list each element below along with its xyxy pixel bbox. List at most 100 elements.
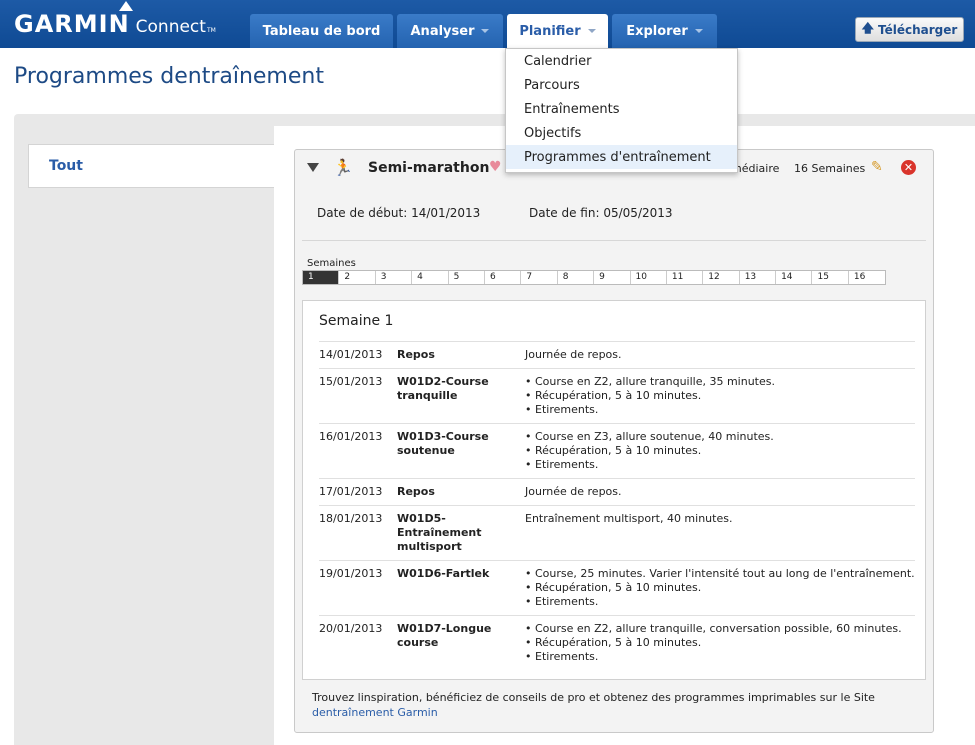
menu-item-label: Objectifs — [524, 125, 582, 141]
description-item: Etirements. — [525, 595, 915, 609]
workout-description: Journée de repos. — [525, 348, 915, 362]
nav-tab-label: Analyser — [410, 23, 475, 39]
arrow-up-icon: 🡅 — [861, 21, 875, 35]
workout-title[interactable]: W01D7-Longue course — [397, 622, 525, 664]
end-date-label: Date de fin: — [529, 206, 600, 220]
nav-tab-label: Explorer — [626, 23, 688, 39]
week-cell[interactable]: 2 — [339, 271, 376, 284]
plan-level: médiaire — [731, 162, 780, 175]
menu-item-goals[interactable]: Objectifs — [506, 121, 737, 145]
filter-tab-label: Tout — [49, 158, 83, 174]
nav-tab-analyze[interactable]: Analyser — [397, 14, 503, 48]
running-icon: 🏃 — [333, 158, 353, 177]
week-title: Semaine 1 — [319, 313, 394, 329]
week-cell[interactable]: 1 — [303, 271, 340, 284]
week-cell[interactable]: 4 — [412, 271, 449, 284]
menu-item-training-plans[interactable]: Programmes d'entraînement — [506, 145, 737, 169]
chevron-down-icon — [481, 29, 490, 33]
day-date: 18/01/2013 — [319, 512, 383, 525]
heart-icon: ♥ — [489, 159, 502, 175]
day-date: 17/01/2013 — [319, 485, 383, 498]
workout-title[interactable]: W01D3-Course soutenue — [397, 430, 525, 472]
week-cell[interactable]: 3 — [375, 271, 413, 284]
nav-tab-dashboard[interactable]: Tableau de bord — [250, 14, 393, 48]
nav-tab-plan[interactable]: Planifier — [507, 14, 608, 48]
delete-icon[interactable]: ✕ — [901, 160, 916, 175]
upload-label: Télécharger — [878, 22, 958, 37]
menu-item-workouts[interactable]: Entraînements — [506, 97, 737, 121]
description-item: Récupération, 5 à 10 minutes. — [525, 581, 915, 595]
workout-title[interactable]: W01D5-Entraînement multisport — [397, 512, 525, 554]
table-row: 17/01/2013 Repos Journée de repos. — [319, 478, 915, 505]
upload-button[interactable]: 🡅 Télécharger — [855, 17, 964, 42]
day-date: 20/01/2013 — [319, 622, 383, 635]
logo-brand: GARMIN — [14, 10, 130, 38]
end-date: Date de fin: 05/05/2013 — [529, 206, 673, 220]
table-row: 18/01/2013 W01D5-Entraînement multisport E… — [319, 505, 915, 560]
workout-description: Course en Z2, allure tranquille, convers… — [525, 622, 915, 664]
plan-weeks-count: 16 Semaines — [794, 162, 866, 175]
pencil-icon[interactable]: ✎ — [871, 159, 883, 175]
table-row: 16/01/2013 W01D3-Course soutenueCourse en… — [319, 423, 915, 478]
week-cell[interactable]: 13 — [739, 271, 777, 284]
filter-tab-all[interactable]: Tout — [28, 144, 274, 188]
menu-item-label: Programmes d'entraînement — [524, 149, 711, 165]
workout-title[interactable]: Repos — [397, 485, 525, 499]
chevron-down-icon — [587, 29, 596, 33]
description-item: Course en Z2, allure tranquille, convers… — [525, 622, 915, 636]
collapse-triangle-icon[interactable] — [307, 163, 319, 172]
workout-description: Entraînement multisport, 40 minutes. — [525, 512, 915, 554]
menu-item-calendar[interactable]: Calendrier — [506, 49, 737, 73]
description-item: Etirements. — [525, 403, 915, 417]
workout-title[interactable]: W01D6-Fartlek — [397, 567, 525, 609]
week-cell[interactable]: 14 — [776, 271, 813, 284]
footer-note: Trouvez linspiration, bénéficiez de cons… — [312, 690, 912, 720]
end-date-value: 05/05/2013 — [603, 206, 673, 220]
week-cell[interactable]: 7 — [521, 271, 558, 284]
week-cell[interactable]: 6 — [484, 271, 522, 284]
week-cell[interactable]: 5 — [448, 271, 485, 284]
workout-title[interactable]: Repos — [397, 348, 525, 362]
plan-name: Semi-marathon — [368, 160, 490, 176]
workout-description: Course, 25 minutes. Varier l'intensité t… — [525, 567, 915, 609]
week-cell[interactable]: 15 — [812, 271, 849, 284]
menu-item-label: Parcours — [524, 77, 580, 93]
footer-link[interactable]: dentraînement Garmin — [312, 706, 438, 719]
week-cell[interactable]: 9 — [594, 271, 631, 284]
week-selector: 1 2 3 4 5 6 7 8 9 10 11 12 13 14 15 16 — [302, 270, 887, 285]
garmin-connect-logo[interactable]: GARMIN Connect TM — [14, 1, 216, 40]
workout-title[interactable]: W01D2-Course tranquille — [397, 375, 525, 417]
start-date-label: Date de début: — [317, 206, 408, 220]
day-date: 16/01/2013 — [319, 430, 383, 443]
nav-tab-label: Planifier — [519, 23, 581, 39]
logo-tm: TM — [206, 27, 216, 34]
day-date: 14/01/2013 — [319, 348, 383, 361]
table-row: 14/01/2013 Repos Journée de repos. — [319, 341, 915, 368]
plan-dropdown-menu: Calendrier Parcours Entraînements Object… — [505, 48, 738, 173]
week-cell[interactable]: 11 — [666, 271, 704, 284]
page-title: Programmes dentraînement — [14, 64, 324, 89]
week-cell[interactable]: 16 — [848, 271, 886, 284]
start-date-value: 14/01/2013 — [411, 206, 481, 220]
day-table: 14/01/2013 Repos Journée de repos. 15/01/20… — [319, 341, 915, 670]
training-plan-card: 🏃 Semi-marathon ♥ médiaire 16 Semaines ✎… — [294, 149, 934, 733]
menu-item-label: Entraînements — [524, 101, 620, 117]
description-item: Récupération, 5 à 10 minutes. — [525, 444, 915, 458]
weeks-label: Semaines — [307, 258, 356, 269]
description-item: Récupération, 5 à 10 minutes. — [525, 389, 915, 403]
description-item: Course en Z2, allure tranquille, 35 minu… — [525, 375, 915, 389]
description-text: Journée de repos. — [525, 348, 622, 361]
week-cell[interactable]: 12 — [703, 271, 740, 284]
week-cell[interactable]: 10 — [630, 271, 667, 284]
description-text: Journée de repos. — [525, 485, 622, 498]
nav-tab-explore[interactable]: Explorer — [612, 14, 717, 48]
top-header: GARMIN Connect TM Tableau de bord Analyse… — [0, 0, 975, 48]
menu-item-courses[interactable]: Parcours — [506, 73, 737, 97]
description-item: Etirements. — [525, 650, 915, 664]
nav-tab-label: Tableau de bord — [262, 23, 381, 39]
table-row: 20/01/2013 W01D7-Longue courseCourse en Z… — [319, 615, 915, 670]
week-cell[interactable]: 8 — [557, 271, 595, 284]
menu-item-label: Calendrier — [524, 53, 592, 69]
day-date: 19/01/2013 — [319, 567, 383, 580]
workout-description: Course en Z2, allure tranquille, 35 minu… — [525, 375, 915, 417]
